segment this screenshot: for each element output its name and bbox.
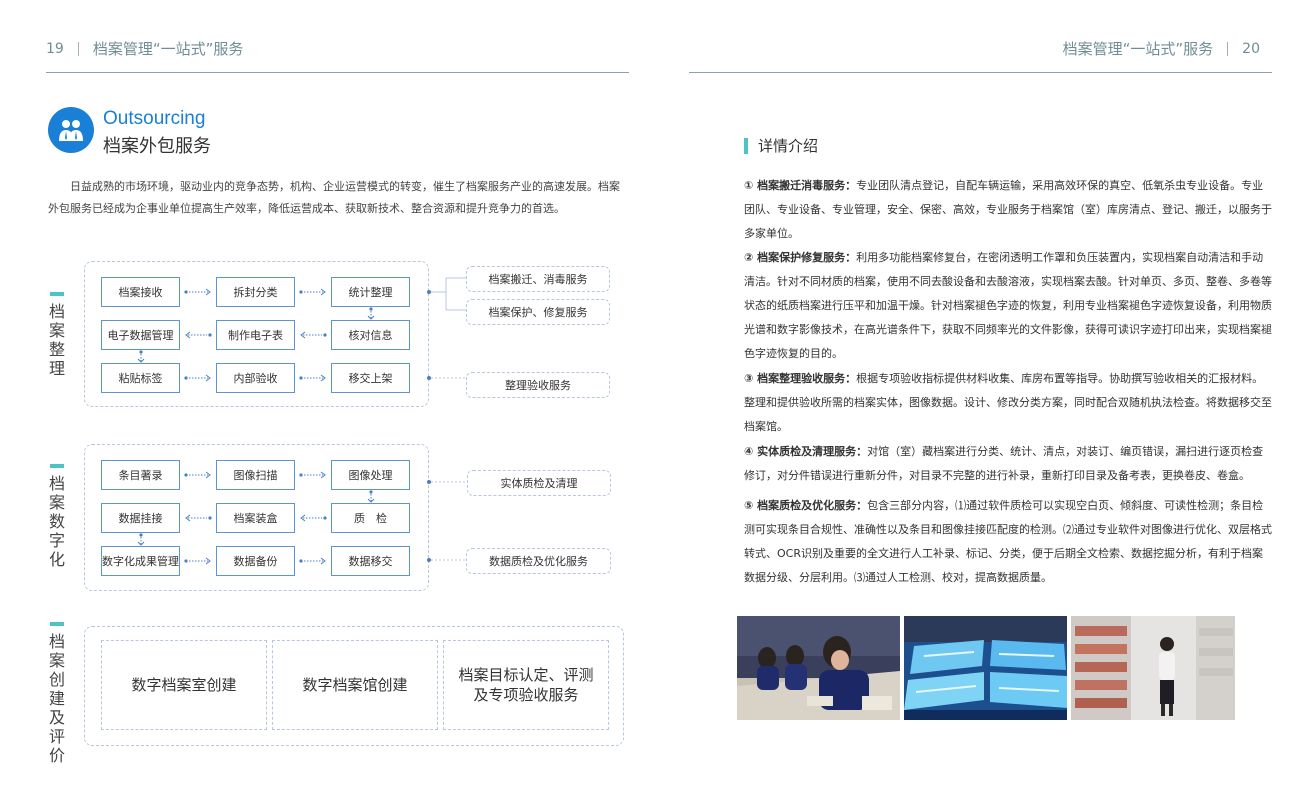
- creation-service-box: 数字档案馆创建: [272, 640, 438, 730]
- detail-heading: ⑤ 档案质检及优化服务：: [744, 499, 868, 512]
- left-header: 19 档案管理“一站式”服务: [46, 38, 243, 59]
- header-divider: [1227, 41, 1229, 56]
- section-intro: 日益成熟的市场环境，驱动业内的竞争态势，机构、企业运营模式的转变，催生了档案服务…: [48, 180, 620, 215]
- label-accent-bar: [50, 464, 64, 468]
- flow2-box: 数据挂接: [101, 503, 180, 533]
- service-connector: [427, 480, 466, 562]
- arrow-down-icon: [136, 350, 146, 363]
- detail-heading: ③ 档案整理验收服务：: [744, 372, 857, 385]
- service-item: 实体质检及清理: [467, 470, 611, 496]
- detail-heading: ④ 实体质检及清理服务：: [744, 445, 868, 458]
- flow1-box: 移交上架: [331, 363, 410, 393]
- header-rule-left: [46, 72, 629, 73]
- detail-heading: ② 档案保护修复服务：: [744, 251, 857, 264]
- detail-paragraph: ③ 档案整理验收服务：根据专项验收指标提供材料收集、库房布置等指导。协助撰写验收…: [744, 367, 1272, 439]
- flow2-box: 数据备份: [216, 546, 295, 576]
- arrow-right-icon: [184, 373, 212, 383]
- workers-repairing-archives-photo: [737, 616, 900, 720]
- flow3-label-text: 档案创建及评价: [48, 632, 65, 765]
- detail-text: 利用多功能档案修复台，在密闭透明工作罩和负压装置内，实现档案自动清洁和手动清洁。…: [744, 251, 1272, 360]
- arrow-right-icon: [184, 470, 212, 480]
- creation-service-box: 数字档案室创建: [101, 640, 267, 730]
- arrow-right-icon: [299, 556, 327, 566]
- arrow-down-icon: [366, 490, 376, 503]
- right-page: 档案管理“一站式”服务 20 详情介绍 ① 档案搬迁消毒服务：专业团队清点登记，…: [653, 0, 1306, 800]
- arrow-right-icon: [184, 287, 212, 297]
- arrow-down-icon: [136, 533, 146, 546]
- flow2-box: 质 检: [331, 503, 410, 533]
- service-connector: [427, 277, 466, 380]
- flow2-box: 图像扫描: [216, 460, 295, 490]
- flow3-label: 档案创建及评价: [46, 622, 68, 765]
- arrow-down-icon: [366, 307, 376, 320]
- flow2-box: 数据移交: [331, 546, 410, 576]
- details-title: 详情介绍: [744, 135, 818, 156]
- flow2-box: 条目著录: [101, 460, 180, 490]
- section-title-en: Outsourcing: [103, 108, 206, 129]
- service-item: 档案搬迁、消毒服务: [466, 266, 610, 292]
- title-accent-bar: [744, 137, 748, 154]
- header-rule-right: [689, 72, 1272, 73]
- arrow-left-icon: [184, 330, 212, 340]
- flow2-box: 数字化成果管理: [101, 546, 180, 576]
- label-accent-bar: [50, 622, 64, 626]
- detail-paragraph: ① 档案搬迁消毒服务：专业团队清点登记，自配车辆运输，采用高效环保的真空、低氧杀…: [744, 174, 1272, 246]
- detail-paragraph: ④ 实体质检及清理服务：对馆（室）藏档案进行分类、统计、清点，对装订、编页错误，…: [744, 440, 1272, 488]
- arrow-right-icon: [299, 373, 327, 383]
- section-title-cn: 档案外包服务: [103, 136, 211, 157]
- header-title-right: 档案管理“一站式”服务: [1062, 40, 1214, 58]
- flow2-label: 档案数字化: [46, 464, 68, 569]
- header-title-left: 档案管理“一站式”服务: [92, 40, 244, 58]
- service-item: 档案保护、修复服务: [466, 299, 610, 325]
- detail-paragraph: ② 档案保护修复服务：利用多功能档案修复台，在密闭透明工作罩和负压装置内，实现档…: [744, 246, 1272, 366]
- archive-shelves-staff-photo: [1071, 616, 1235, 720]
- page-number-left: 19: [46, 40, 64, 57]
- details-title-text: 详情介绍: [758, 137, 819, 155]
- left-page: 19 档案管理“一站式”服务 Outsourcing 档案外包服务 日益成熟的市…: [0, 0, 653, 800]
- creation-service-box: 档案目标认定、评测及专项验收服务: [443, 640, 609, 730]
- arrow-right-icon: [184, 556, 212, 566]
- flow1-box: 档案接收: [101, 277, 180, 307]
- flow2-box: 档案装盒: [216, 503, 295, 533]
- right-header: 档案管理“一站式”服务 20: [1063, 38, 1260, 59]
- detail-heading: ① 档案搬迁消毒服务：: [744, 179, 857, 192]
- blue-light-scanning-equipment-photo: [904, 616, 1067, 720]
- arrow-left-icon: [184, 513, 212, 523]
- arrow-left-icon: [299, 513, 327, 523]
- flow1-box: 电子数据管理: [101, 320, 180, 350]
- page-number-right: 20: [1242, 40, 1260, 57]
- flow1-box: 制作电子表: [216, 320, 295, 350]
- flow1-label-text: 档案整理: [48, 302, 65, 378]
- flow1-box: 拆封分类: [216, 277, 295, 307]
- arrow-left-icon: [299, 330, 327, 340]
- business-people-icon: [48, 107, 94, 153]
- flow1-label: 档案整理: [46, 292, 68, 378]
- label-accent-bar: [50, 292, 64, 296]
- detail-paragraph: ⑤ 档案质检及优化服务：包含三部分内容，⑴通过软件质检可以实现空白页、倾斜度、可…: [744, 494, 1272, 590]
- flow2-label-text: 档案数字化: [48, 474, 65, 569]
- flow1-box: 内部验收: [216, 363, 295, 393]
- flow1-box: 统计整理: [331, 277, 410, 307]
- flow1-box: 粘贴标签: [101, 363, 180, 393]
- arrow-right-icon: [299, 287, 327, 297]
- header-divider: [77, 41, 79, 56]
- service-item: 数据质检及优化服务: [466, 548, 611, 574]
- arrow-right-icon: [299, 470, 327, 480]
- service-item: 整理验收服务: [466, 372, 610, 398]
- flow1-box: 核对信息: [331, 320, 410, 350]
- flow2-box: 图像处理: [331, 460, 410, 490]
